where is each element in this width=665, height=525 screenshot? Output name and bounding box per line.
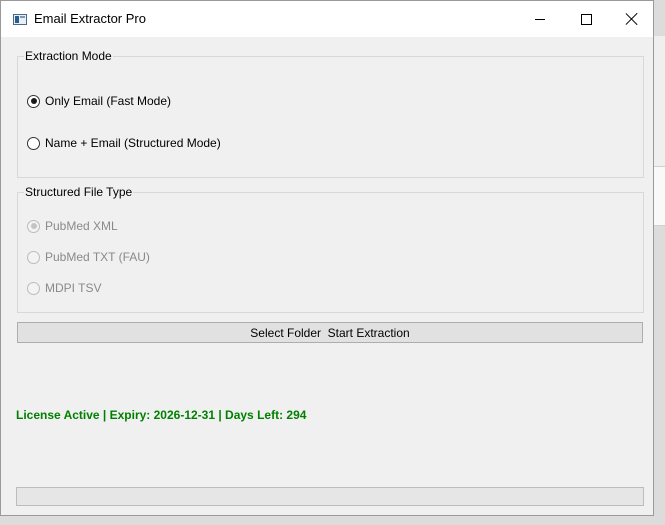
structured-file-type-group: Structured File Type PubMed XML PubMed T… [17, 185, 644, 313]
minimize-icon [535, 18, 545, 20]
radio-pubmed-xml[interactable]: PubMed XML [27, 219, 118, 233]
window-title: Email Extractor Pro [34, 11, 146, 26]
app-window-icon [13, 14, 27, 25]
radio-button-icon[interactable] [27, 250, 40, 264]
close-icon [626, 13, 638, 25]
maximize-button[interactable] [563, 1, 609, 37]
close-button[interactable] [609, 1, 655, 37]
radio-button-icon[interactable] [27, 219, 40, 233]
radio-only-email[interactable]: Only Email (Fast Mode) [27, 94, 171, 108]
radio-button-icon[interactable] [27, 281, 40, 295]
background-window-panel [654, 166, 665, 226]
radio-name-email[interactable]: Name + Email (Structured Mode) [27, 136, 221, 150]
maximize-icon [580, 13, 592, 25]
main-window: Email Extractor Pro Extraction Mode Only… [0, 0, 654, 516]
license-status: License Active | Expiry: 2026-12-31 | Da… [16, 408, 307, 422]
radio-button-icon[interactable] [27, 94, 40, 108]
structured-file-type-title: Structured File Type [24, 185, 134, 199]
background-window [654, 36, 665, 166]
extraction-mode-group: Extraction Mode Only Email (Fast Mode) N… [17, 49, 644, 178]
minimize-button[interactable] [517, 1, 563, 37]
radio-label: MDPI TSV [45, 281, 102, 295]
radio-label: PubMed TXT (FAU) [45, 250, 150, 264]
title-bar[interactable]: Email Extractor Pro [1, 1, 653, 37]
select-folder-start-extraction-button[interactable]: Select Folder Start Extraction [17, 322, 643, 343]
radio-mdpi-tsv[interactable]: MDPI TSV [27, 281, 101, 295]
extraction-mode-title: Extraction Mode [24, 49, 113, 63]
radio-pubmed-txt[interactable]: PubMed TXT (FAU) [27, 250, 150, 264]
radio-label: Name + Email (Structured Mode) [45, 136, 221, 150]
progress-bar [16, 487, 644, 506]
radio-label: PubMed XML [45, 219, 118, 233]
radio-button-icon[interactable] [27, 136, 40, 150]
radio-label: Only Email (Fast Mode) [45, 94, 172, 108]
